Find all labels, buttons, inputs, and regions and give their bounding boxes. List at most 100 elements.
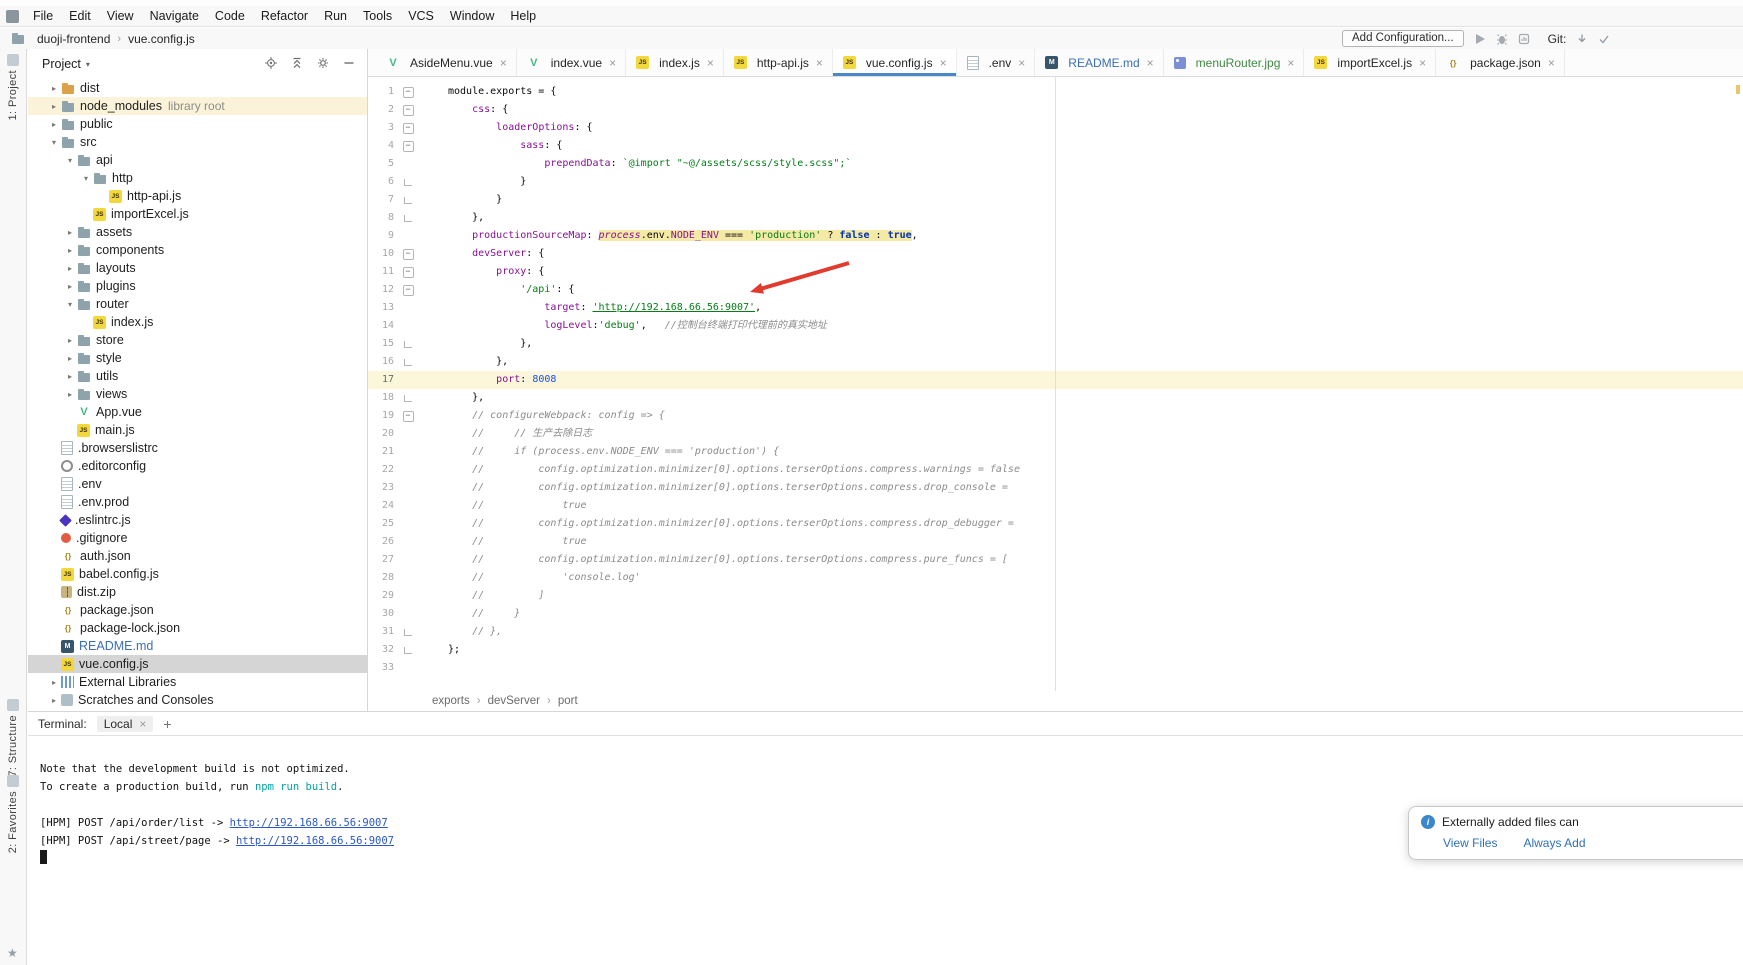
tab-index-js[interactable]: index.js× <box>626 49 724 76</box>
tree-row-env-prod[interactable]: .env.prod <box>28 493 367 511</box>
tree-row-editorconfig[interactable]: .editorconfig <box>28 457 367 475</box>
menu-item-file[interactable]: File <box>25 9 61 23</box>
tree-row-assets[interactable]: ▸assets <box>28 223 367 241</box>
tree-row-external-libraries[interactable]: ▸External Libraries <box>28 673 367 691</box>
menu-item-edit[interactable]: Edit <box>61 9 99 23</box>
tree-row-node-modules[interactable]: ▸node_moduleslibrary root <box>28 97 367 115</box>
tab-readme-md[interactable]: README.md× <box>1035 49 1163 76</box>
tree-row-eslintrc-js[interactable]: .eslintrc.js <box>28 511 367 529</box>
tree-row-package-lock-json[interactable]: package-lock.json <box>28 619 367 637</box>
tree-row-public[interactable]: ▸public <box>28 115 367 133</box>
tab-importexcel-js[interactable]: importExcel.js× <box>1304 49 1436 76</box>
chevron-right-icon[interactable]: ▸ <box>48 120 60 129</box>
fold-marker[interactable] <box>394 395 422 402</box>
tab-http-api-js[interactable]: http-api.js× <box>724 49 833 76</box>
tree-row-components[interactable]: ▸components <box>28 241 367 259</box>
tab-index-vue[interactable]: index.vue× <box>517 49 626 76</box>
tree-row-package-json[interactable]: package.json <box>28 601 367 619</box>
chevron-right-icon[interactable]: ▸ <box>64 228 76 237</box>
project-panel-title[interactable]: Project <box>42 57 81 71</box>
tree-row-babel-config-js[interactable]: babel.config.js <box>28 565 367 583</box>
fold-marker[interactable] <box>394 105 422 116</box>
breadcrumb-devserver[interactable]: devServer <box>488 695 540 707</box>
tree-row-auth-json[interactable]: auth.json <box>28 547 367 565</box>
menu-item-refactor[interactable]: Refactor <box>253 9 316 23</box>
tab-menurouter-jpg[interactable]: menuRouter.jpg× <box>1164 49 1305 76</box>
tree-row-dist[interactable]: ▸dist <box>28 79 367 97</box>
code-editor[interactable]: 1module.exports = {2 css: {3 loaderOptio… <box>368 77 1743 691</box>
breadcrumb-file[interactable]: vue.config.js <box>128 32 195 46</box>
terminal-tab-local[interactable]: Local × <box>97 716 154 732</box>
chevron-down-icon[interactable]: ▾ <box>86 60 90 69</box>
menu-item-run[interactable]: Run <box>316 9 355 23</box>
add-configuration-button[interactable]: Add Configuration... <box>1342 30 1464 47</box>
tool-button-project[interactable]: 1: Project <box>0 54 26 120</box>
menu-item-tools[interactable]: Tools <box>355 9 400 23</box>
run-button[interactable] <box>1474 33 1486 45</box>
tree-row-src[interactable]: ▾src <box>28 133 367 151</box>
close-icon[interactable]: × <box>609 56 616 70</box>
fold-marker[interactable] <box>394 411 422 422</box>
fold-marker[interactable] <box>394 285 422 296</box>
menu-item-window[interactable]: Window <box>442 9 502 23</box>
fold-marker[interactable] <box>394 179 422 186</box>
tree-row-index-js[interactable]: index.js <box>28 313 367 331</box>
git-update-button[interactable] <box>1576 33 1588 45</box>
fold-marker[interactable] <box>394 647 422 654</box>
collapse-all-icon[interactable] <box>291 57 303 72</box>
tree-row-style[interactable]: ▸style <box>28 349 367 367</box>
gear-icon[interactable] <box>317 57 329 72</box>
tree-row-http-api-js[interactable]: http-api.js <box>28 187 367 205</box>
menu-item-code[interactable]: Code <box>207 9 253 23</box>
menu-item-navigate[interactable]: Navigate <box>142 9 207 23</box>
terminal-link[interactable]: http://192.168.66.56:9007 <box>230 817 388 829</box>
chevron-right-icon[interactable]: ▸ <box>64 282 76 291</box>
tool-button-structure[interactable]: 7: Structure <box>0 699 26 777</box>
fold-marker[interactable] <box>394 341 422 348</box>
new-terminal-button[interactable]: + <box>163 716 171 732</box>
menu-item-view[interactable]: View <box>99 9 142 23</box>
fold-marker[interactable] <box>394 123 422 134</box>
fold-marker[interactable] <box>394 141 422 152</box>
breadcrumb-exports[interactable]: exports <box>432 695 470 707</box>
chevron-down-icon[interactable]: ▾ <box>48 138 60 147</box>
close-icon[interactable]: × <box>1287 56 1294 70</box>
close-icon[interactable]: × <box>1419 56 1426 70</box>
terminal-link[interactable]: http://192.168.66.56:9007 <box>236 835 394 847</box>
chevron-right-icon[interactable]: ▸ <box>48 84 60 93</box>
chevron-right-icon[interactable]: ▸ <box>64 246 76 255</box>
close-icon[interactable]: × <box>1548 56 1555 70</box>
fold-marker[interactable] <box>394 629 422 636</box>
chevron-right-icon[interactable]: ▸ <box>64 390 76 399</box>
tree-row-dist-zip[interactable]: dist.zip <box>28 583 367 601</box>
chevron-right-icon[interactable]: ▸ <box>48 102 60 111</box>
tree-row-vue-config-js[interactable]: vue.config.js <box>28 655 367 673</box>
close-icon[interactable]: × <box>500 56 507 70</box>
tree-row-http[interactable]: ▾http <box>28 169 367 187</box>
locate-file-icon[interactable] <box>265 57 277 72</box>
fold-marker[interactable] <box>394 215 422 222</box>
tool-button-favorites[interactable]: 2: Favorites <box>0 775 26 853</box>
tab-env[interactable]: .env× <box>957 49 1036 76</box>
fold-marker[interactable] <box>394 197 422 204</box>
tree-row-router[interactable]: ▾router <box>28 295 367 313</box>
chevron-right-icon[interactable]: ▸ <box>64 336 76 345</box>
tree-row-views[interactable]: ▸views <box>28 385 367 403</box>
tree-row-api[interactable]: ▾api <box>28 151 367 169</box>
tree-row-gitignore[interactable]: .gitignore <box>28 529 367 547</box>
close-icon[interactable]: × <box>1018 56 1025 70</box>
chevron-down-icon[interactable]: ▾ <box>80 174 92 183</box>
notification-link-view-files[interactable]: View Files <box>1443 836 1497 850</box>
chevron-right-icon[interactable]: ▸ <box>64 372 76 381</box>
breadcrumb-port[interactable]: port <box>558 695 578 707</box>
close-icon[interactable]: × <box>1147 56 1154 70</box>
debug-button[interactable] <box>1496 33 1508 45</box>
tree-row-importexcel-js[interactable]: importExcel.js <box>28 205 367 223</box>
hide-panel-icon[interactable] <box>343 57 355 72</box>
tree-row-env[interactable]: .env <box>28 475 367 493</box>
chevron-right-icon[interactable]: ▸ <box>48 696 60 705</box>
menu-item-help[interactable]: Help <box>502 9 544 23</box>
close-icon[interactable]: × <box>940 56 947 70</box>
tab-package-json[interactable]: package.json× <box>1436 49 1565 76</box>
tree-row-layouts[interactable]: ▸layouts <box>28 259 367 277</box>
